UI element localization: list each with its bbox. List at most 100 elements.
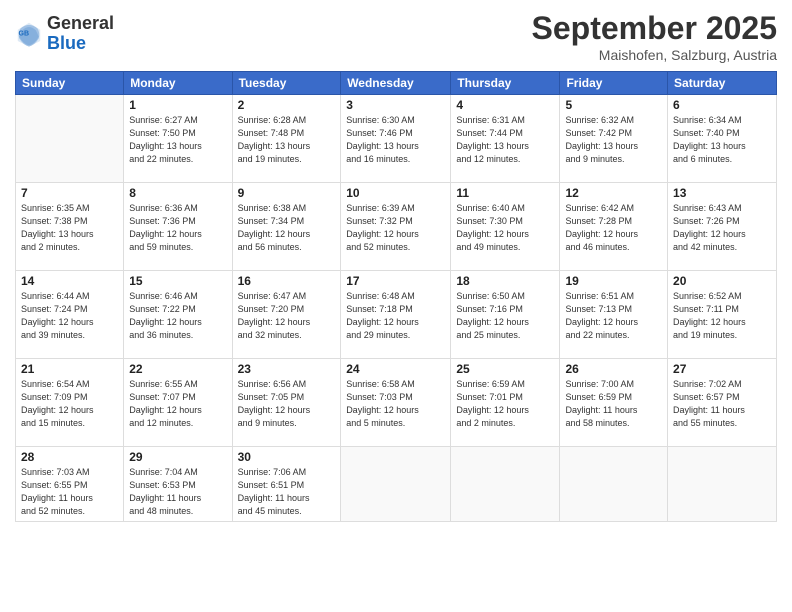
day-number: 1 [129,98,226,112]
calendar-cell: 9Sunrise: 6:38 AMSunset: 7:34 PMDaylight… [232,183,341,271]
calendar-cell: 1 Sunrise: 6:27 AMSunset: 7:50 PMDaylight… [124,95,232,183]
calendar-cell: 27Sunrise: 7:02 AMSunset: 6:57 PMDayligh… [668,359,777,447]
calendar-cell: 13Sunrise: 6:43 AMSunset: 7:26 PMDayligh… [668,183,777,271]
day-number: 29 [129,450,226,464]
calendar-cell: 17 Sunrise: 6:48 AMSunset: 7:18 PMDayligh… [341,271,451,359]
calendar-cell: 20 Sunrise: 6:52 AMSunset: 7:11 PMDayligh… [668,271,777,359]
day-info: Sunrise: 6:31 AMSunset: 7:44 PMDaylight:… [456,114,554,166]
location: Maishofen, Salzburg, Austria [532,47,777,63]
calendar-week-row: 14 Sunrise: 6:44 AMSunset: 7:24 PMDayligh… [16,271,777,359]
calendar-cell: 6Sunrise: 6:34 AMSunset: 7:40 PMDaylight… [668,95,777,183]
calendar-cell [451,447,560,522]
day-number: 28 [21,450,118,464]
day-number: 25 [456,362,554,376]
day-info: Sunrise: 6:39 AMSunset: 7:32 PMDaylight:… [346,202,445,254]
svg-text:GB: GB [19,30,30,37]
day-info: Sunrise: 6:38 AMSunset: 7:34 PMDaylight:… [238,202,336,254]
day-number: 20 [673,274,771,288]
calendar-header-thursday: Thursday [451,72,560,95]
day-number: 19 [565,274,662,288]
day-number: 12 [565,186,662,200]
day-info: Sunrise: 6:52 AMSunset: 7:11 PMDaylight:… [673,290,771,342]
calendar-week-row: 21 Sunrise: 6:54 AMSunset: 7:09 PMDayligh… [16,359,777,447]
day-number: 11 [456,186,554,200]
calendar-header-saturday: Saturday [668,72,777,95]
day-number: 14 [21,274,118,288]
day-number: 5 [565,98,662,112]
day-info: Sunrise: 6:30 AMSunset: 7:46 PMDaylight:… [346,114,445,166]
day-number: 13 [673,186,771,200]
calendar-header-monday: Monday [124,72,232,95]
day-info: Sunrise: 6:58 AMSunset: 7:03 PMDaylight:… [346,378,445,430]
calendar-header-row: SundayMondayTuesdayWednesdayThursdayFrid… [16,72,777,95]
calendar-header-tuesday: Tuesday [232,72,341,95]
day-info: Sunrise: 6:54 AMSunset: 7:09 PMDaylight:… [21,378,118,430]
day-info: Sunrise: 7:02 AMSunset: 6:57 PMDaylight:… [673,378,771,430]
day-info: Sunrise: 6:35 AMSunset: 7:38 PMDaylight:… [21,202,118,254]
day-info: Sunrise: 6:34 AMSunset: 7:40 PMDaylight:… [673,114,771,166]
day-number: 17 [346,274,445,288]
calendar-cell: 4 Sunrise: 6:31 AMSunset: 7:44 PMDaylight… [451,95,560,183]
day-number: 3 [346,98,445,112]
day-info: Sunrise: 6:59 AMSunset: 7:01 PMDaylight:… [456,378,554,430]
day-info: Sunrise: 6:47 AMSunset: 7:20 PMDaylight:… [238,290,336,342]
calendar-cell: 10 Sunrise: 6:39 AMSunset: 7:32 PMDayligh… [341,183,451,271]
day-number: 21 [21,362,118,376]
calendar-cell: 7 Sunrise: 6:35 AMSunset: 7:38 PMDaylight… [16,183,124,271]
page: GB General Blue September 2025 Maishofen… [0,0,792,612]
day-info: Sunrise: 6:44 AMSunset: 7:24 PMDaylight:… [21,290,118,342]
calendar-cell: 16 Sunrise: 6:47 AMSunset: 7:20 PMDayligh… [232,271,341,359]
day-info: Sunrise: 6:32 AMSunset: 7:42 PMDaylight:… [565,114,662,166]
calendar-table: SundayMondayTuesdayWednesdayThursdayFrid… [15,71,777,522]
calendar-header-friday: Friday [560,72,668,95]
day-number: 16 [238,274,336,288]
day-info: Sunrise: 6:27 AMSunset: 7:50 PMDaylight:… [129,114,226,166]
day-number: 26 [565,362,662,376]
logo: GB General Blue [15,14,114,54]
day-info: Sunrise: 7:00 AMSunset: 6:59 PMDaylight:… [565,378,662,430]
day-number: 23 [238,362,336,376]
calendar-cell: 12 Sunrise: 6:42 AMSunset: 7:28 PMDayligh… [560,183,668,271]
day-info: Sunrise: 6:40 AMSunset: 7:30 PMDaylight:… [456,202,554,254]
day-number: 24 [346,362,445,376]
calendar-cell [16,95,124,183]
day-info: Sunrise: 6:48 AMSunset: 7:18 PMDaylight:… [346,290,445,342]
header: GB General Blue September 2025 Maishofen… [15,10,777,63]
calendar-header-sunday: Sunday [16,72,124,95]
calendar-cell: 28 Sunrise: 7:03 AMSunset: 6:55 PMDayligh… [16,447,124,522]
calendar-header-wednesday: Wednesday [341,72,451,95]
calendar-cell: 29Sunrise: 7:04 AMSunset: 6:53 PMDayligh… [124,447,232,522]
day-info: Sunrise: 7:06 AMSunset: 6:51 PMDaylight:… [238,466,336,518]
logo-text: General Blue [47,14,114,54]
day-number: 30 [238,450,336,464]
calendar-cell: 24 Sunrise: 6:58 AMSunset: 7:03 PMDayligh… [341,359,451,447]
calendar-cell: 2 Sunrise: 6:28 AMSunset: 7:48 PMDaylight… [232,95,341,183]
title-block: September 2025 Maishofen, Salzburg, Aust… [532,10,777,63]
calendar-cell: 8Sunrise: 6:36 AMSunset: 7:36 PMDaylight… [124,183,232,271]
day-info: Sunrise: 6:46 AMSunset: 7:22 PMDaylight:… [129,290,226,342]
day-number: 10 [346,186,445,200]
logo-icon: GB [15,20,43,48]
day-info: Sunrise: 6:28 AMSunset: 7:48 PMDaylight:… [238,114,336,166]
day-number: 2 [238,98,336,112]
calendar-cell: 11 Sunrise: 6:40 AMSunset: 7:30 PMDayligh… [451,183,560,271]
calendar-cell: 5 Sunrise: 6:32 AMSunset: 7:42 PMDaylight… [560,95,668,183]
day-info: Sunrise: 6:42 AMSunset: 7:28 PMDaylight:… [565,202,662,254]
logo-general-text: General [47,14,114,34]
day-number: 22 [129,362,226,376]
day-number: 15 [129,274,226,288]
calendar-cell [560,447,668,522]
day-info: Sunrise: 6:51 AMSunset: 7:13 PMDaylight:… [565,290,662,342]
calendar-week-row: 7 Sunrise: 6:35 AMSunset: 7:38 PMDaylight… [16,183,777,271]
calendar-week-row: 28 Sunrise: 7:03 AMSunset: 6:55 PMDayligh… [16,447,777,522]
day-number: 7 [21,186,118,200]
day-info: Sunrise: 7:03 AMSunset: 6:55 PMDaylight:… [21,466,118,518]
calendar-cell: 23 Sunrise: 6:56 AMSunset: 7:05 PMDayligh… [232,359,341,447]
day-info: Sunrise: 6:55 AMSunset: 7:07 PMDaylight:… [129,378,226,430]
month-title: September 2025 [532,10,777,47]
calendar-cell [341,447,451,522]
calendar-cell: 30 Sunrise: 7:06 AMSunset: 6:51 PMDayligh… [232,447,341,522]
calendar-cell [668,447,777,522]
day-info: Sunrise: 6:56 AMSunset: 7:05 PMDaylight:… [238,378,336,430]
day-number: 4 [456,98,554,112]
